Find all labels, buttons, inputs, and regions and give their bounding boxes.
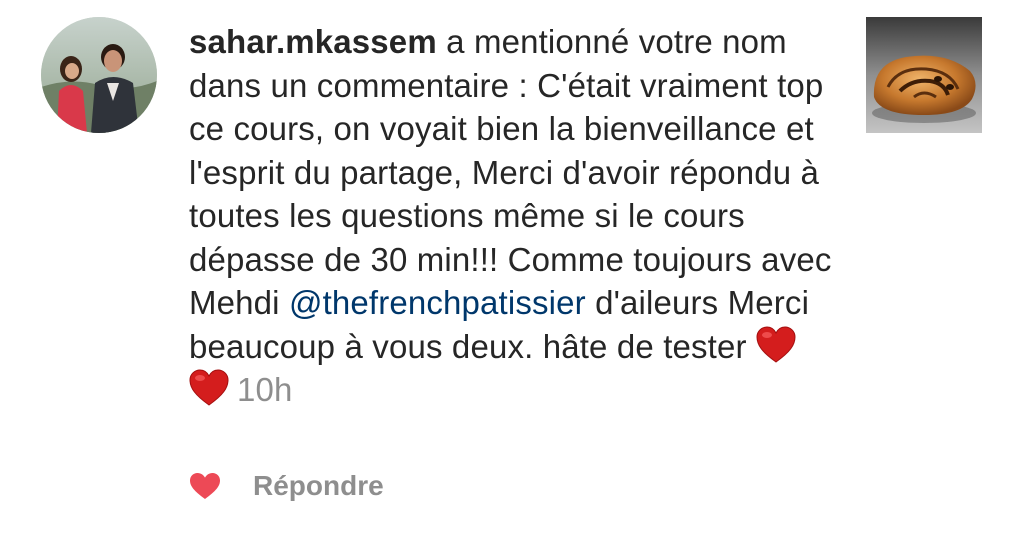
red-heart-emoji-icon bbox=[189, 369, 229, 406]
timestamp: 10h bbox=[237, 371, 293, 408]
pastry-thumbnail-icon bbox=[866, 17, 982, 133]
red-heart-emoji-icon bbox=[756, 325, 796, 363]
comment-text: a mentionné votre nom dans un commentair… bbox=[189, 23, 832, 321]
avatar[interactable] bbox=[41, 17, 157, 133]
username-link[interactable]: sahar.mkassem bbox=[189, 23, 437, 60]
post-thumbnail[interactable] bbox=[866, 17, 982, 133]
heart-icon[interactable] bbox=[189, 472, 221, 500]
notification-comment: sahar.mkassem a mentionné votre nom dans… bbox=[189, 20, 839, 412]
profile-photo bbox=[41, 17, 157, 133]
mention-link[interactable]: @thefrenchpatissier bbox=[289, 284, 586, 321]
comment-actions: Répondre bbox=[189, 466, 384, 506]
reply-button[interactable]: Répondre bbox=[253, 470, 384, 502]
